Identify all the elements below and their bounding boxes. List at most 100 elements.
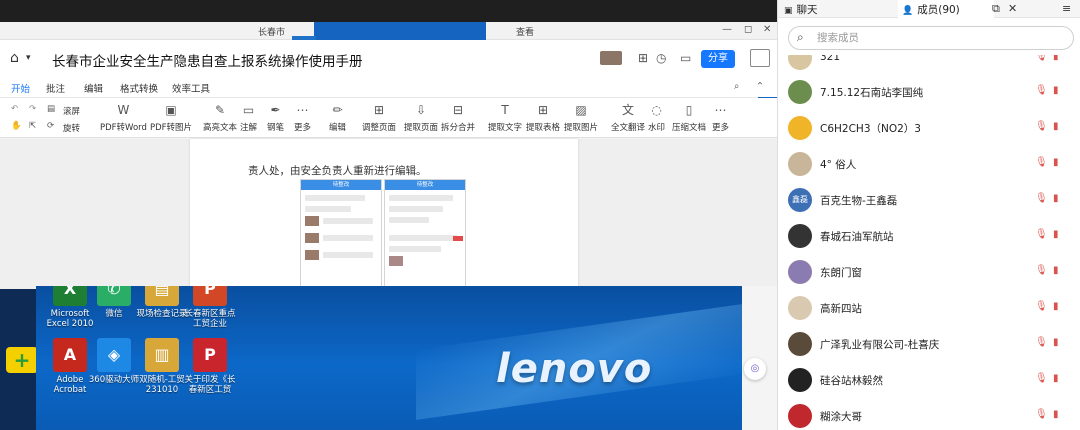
word-icon: W [117,103,130,117]
list-item[interactable]: 硅谷站林毅然 🎙 ▮ [778,363,1080,399]
translate-button[interactable]: 文全文翻译 [611,102,645,133]
list-item[interactable]: 321 🎙 ▮ [778,55,1080,77]
tab-start[interactable]: 开始 [11,81,31,100]
camera-off-icon: ▮ [1053,157,1059,168]
maximize-icon[interactable]: ◻ [744,24,752,35]
document-canvas[interactable]: 责人处，由安全负责人重新进行编辑。 待整改 待整改 ▤ [0,139,777,396]
phone-screenshot-left: 待整改 [300,179,382,289]
compress-icon: ▯ [685,103,693,117]
assistant-float-button[interactable]: ◎ [744,358,766,380]
rotate-label: 旋转 [63,124,81,134]
ribbon-toolbar: ↶ ↷ ▤ 滚屏 ✋ ⇱ ⟳ 旋转 W PDF转Word ▣ PDF转图片 ✎ 高亮文… [0,98,777,138]
rotate-icon[interactable]: ⟳ [47,121,54,131]
extract-table-button[interactable]: ⊞ 提取表格 [526,102,560,133]
watermark-icon: ◌ [651,103,662,117]
edit-button[interactable]: ✏ 编辑 [329,102,346,133]
app-icon[interactable]: + [6,347,38,373]
list-item[interactable]: 7.15.12石南站李国纯 🎙 ▮ [778,75,1080,111]
window-title-right: 查看 [516,28,535,38]
cursor-icon[interactable]: ⇱ [29,121,36,131]
avatar [788,80,812,104]
close-icon[interactable]: ✕ [1008,2,1017,15]
pdf-to-image-button[interactable]: ▣ PDF转图片 [150,102,192,133]
present-icon[interactable]: ▭ [680,51,691,65]
user-avatar[interactable] [750,49,770,67]
redo-icon[interactable]: ↷ [29,104,36,114]
folder-icon: ▤ [145,286,179,306]
list-item[interactable]: 广泽乳业有限公司-杜喜庆 🎙 ▮ [778,327,1080,363]
minimize-icon[interactable]: — [722,24,732,35]
camera-off-icon: ▮ [1053,409,1059,420]
window-title: 长春市 [258,28,286,38]
shared-screen: 长春市 查看 — ◻ ✕ ⌂ ▾ 长春市企业安全生产隐患自查上报系统操作使用手册… [0,0,777,430]
tab-annotate[interactable]: 批注 [46,81,65,95]
tab-efficiency[interactable]: 效率工具 [172,81,210,95]
phone-screenshot-right: 待整改 [384,179,466,289]
list-item[interactable]: 4° 俗人 🎙 ▮ [778,147,1080,183]
member-list: 321 🎙 ▮ 7.15.12石南站李国纯 🎙 ▮ C6H2CH3（NO2）3 🎙 ▮ 4°… [778,55,1080,430]
tab-convert[interactable]: 格式转换 [120,81,158,95]
document-header: ⌂ ▾ 长春市企业安全生产隐患自查上报系统操作使用手册 ⊞ ◷ ▭ 分享 [0,40,777,76]
phone-header: 待整改 [385,180,465,190]
member-search-input[interactable] [817,30,1057,46]
tab-edit[interactable]: 编辑 [84,81,103,95]
popout-icon[interactable]: ⧉ [992,2,1000,16]
extract-image-button[interactable]: ▨ 提取图片 [564,102,598,133]
more-tools-button[interactable]: ⋯ 更多 [712,102,729,133]
tab-members[interactable]: 👤 成员(90) [898,0,994,18]
desktop-icon-ppt[interactable]: P 长春新区重点工贸企业 [182,286,238,329]
list-item[interactable]: 高新四站 🎙 ▮ [778,291,1080,327]
hand-icon[interactable]: ✋ [11,121,22,131]
share-button[interactable]: 分享 [701,50,735,68]
annotate-button[interactable]: ▭ 注解 [240,102,257,133]
member-name: C6H2CH3（NO2）3 [820,123,921,135]
collapse-icon[interactable]: ⌃ [756,81,764,92]
adjust-page-button[interactable]: ⊞ 调整页面 [362,102,396,133]
image-icon: ▣ [165,103,177,117]
chevron-down-icon[interactable]: ▾ [26,53,31,63]
extract-page-button[interactable]: ⇩ 提取页面 [404,102,438,133]
close-icon[interactable]: ✕ [763,24,771,35]
phone-header: 待整改 [301,180,381,190]
search-icon[interactable]: ⌕ [734,81,739,92]
list-item[interactable]: 春城石油军航站 🎙 ▮ [778,219,1080,255]
list-item[interactable]: 鑫磊 百克生物-王鑫磊 🎙 ▮ [778,183,1080,219]
panel-tabs: ▣ 聊天 👤 成员(90) ⧉ ✕ ≡ [778,0,1080,18]
desktop-icon-notice[interactable]: P 关于印发《长春新区工贸 [182,338,238,395]
more-icon: ⋯ [296,103,309,117]
list-item[interactable]: C6H2CH3（NO2）3 🎙 ▮ [778,111,1080,147]
page-paragraph: 责人处，由安全负责人重新进行编辑。 [248,165,427,177]
avatar [788,404,812,428]
grid-icon[interactable]: ⊞ [638,51,648,65]
history-icon[interactable]: ◷ [656,51,666,65]
list-item[interactable]: 东朗门窗 🎙 ▮ [778,255,1080,291]
acrobat-icon: A [53,338,87,372]
mic-muted-icon: 🎙 [1035,85,1048,96]
member-name: 321 [820,55,841,63]
watermark-button[interactable]: ◌ 水印 [648,102,665,133]
camera-off-icon: ▮ [1053,55,1059,62]
pen-button[interactable]: ✒ 钢笔 [267,102,284,133]
camera-off-icon: ▮ [1053,301,1059,312]
member-search: ⌕ [788,26,1074,50]
camera-off-icon: ▮ [1053,229,1059,240]
translate-icon: 文 [622,103,635,117]
scroll-icon[interactable]: ▤ [47,104,55,114]
mic-muted-icon: 🎙 [1035,337,1048,348]
status-badge [453,236,463,241]
undo-icon[interactable]: ↶ [11,104,18,114]
extract-text-button[interactable]: T 提取文字 [488,102,522,133]
highlight-button[interactable]: ✎ 高亮文本 [203,102,237,133]
compress-button[interactable]: ▯ 压缩文档 [672,102,706,133]
chat-icon: ▣ [784,6,793,16]
page-grid-icon: ⊞ [373,103,385,117]
pdf-to-word-button[interactable]: W PDF转Word [100,102,147,133]
mic-muted-icon: 🎙 [1035,55,1048,62]
mic-muted-icon: 🎙 [1035,121,1048,132]
list-item[interactable]: 糊涂大哥 🎙 ▮ [778,399,1080,430]
tab-chat[interactable]: ▣ 聊天 [784,2,818,17]
home-icon[interactable]: ⌂ [10,50,19,66]
menu-icon[interactable]: ≡ [1062,2,1071,15]
split-merge-button[interactable]: ⊟ 拆分合并 [441,102,475,133]
more-button[interactable]: ⋯ 更多 [294,102,311,133]
